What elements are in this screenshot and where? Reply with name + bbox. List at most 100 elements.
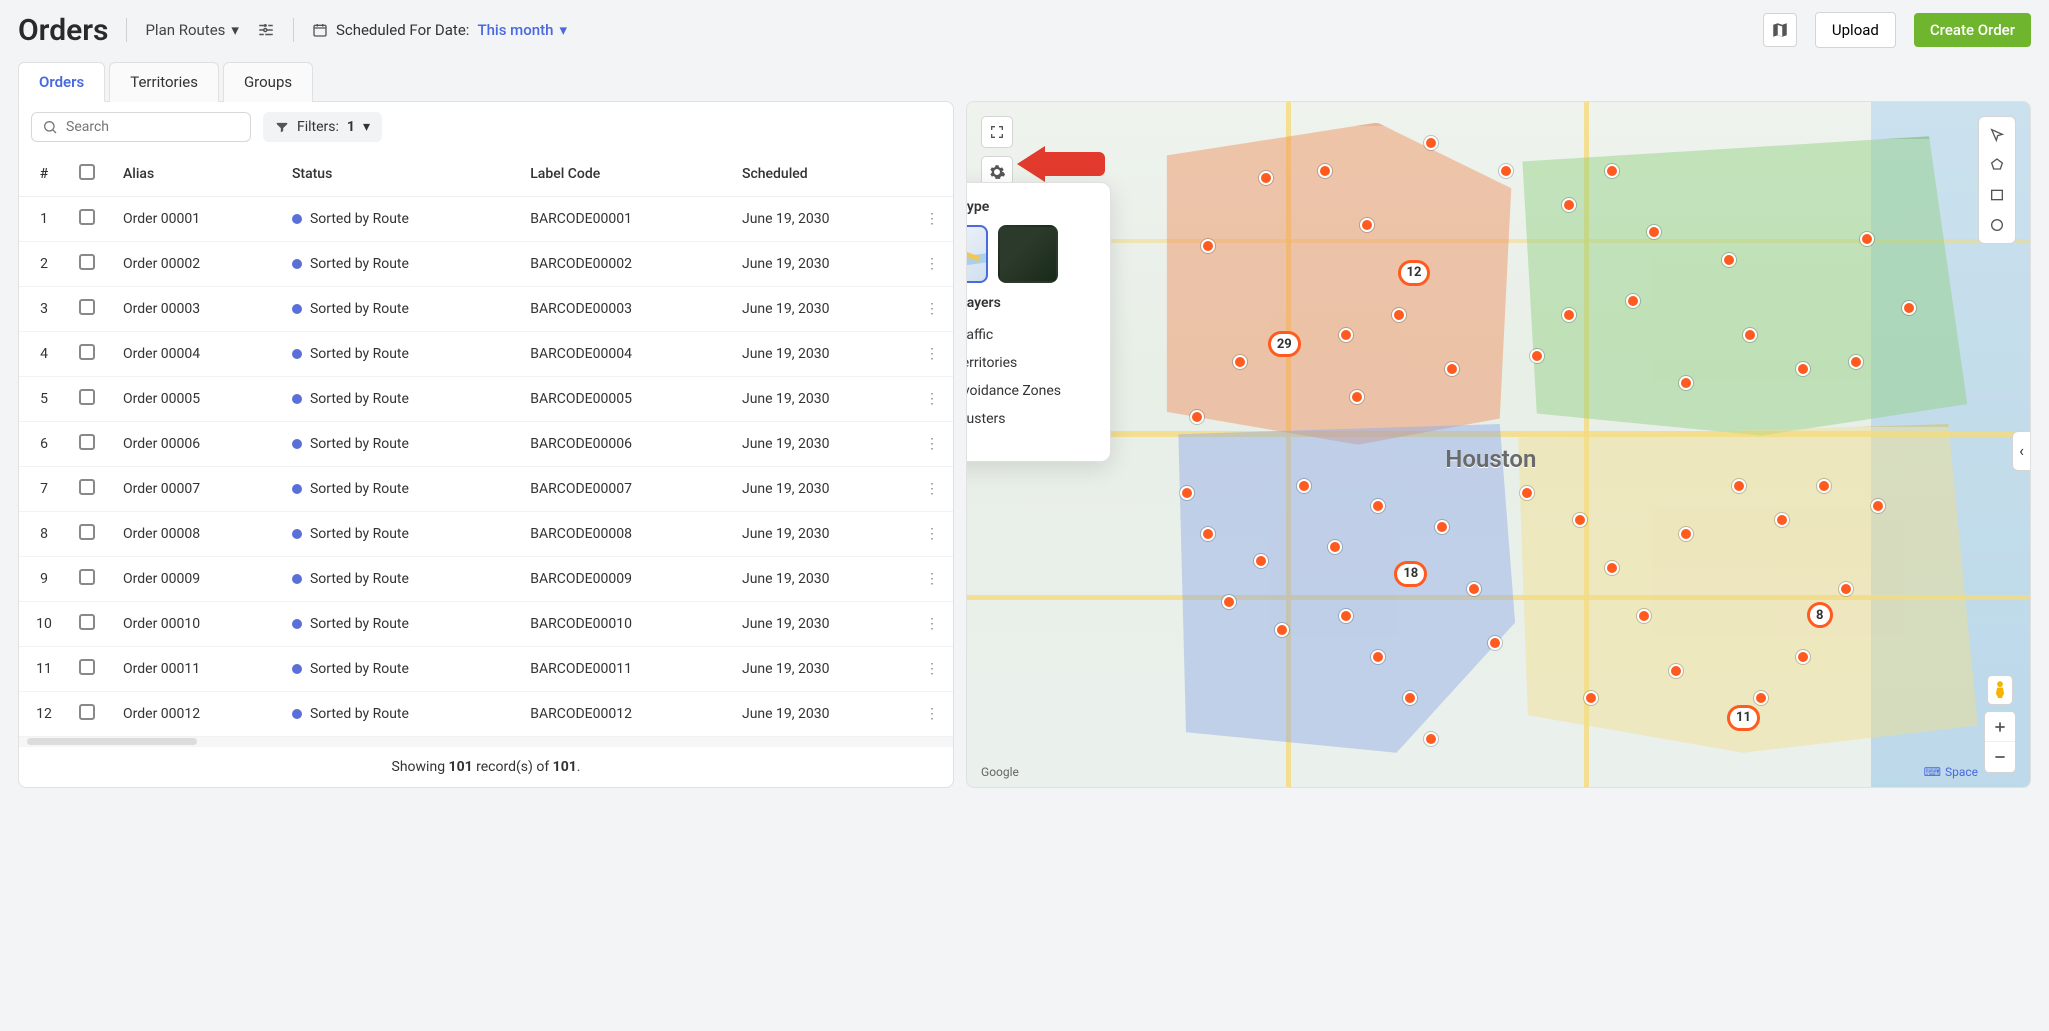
row-checkbox[interactable] [79,344,95,360]
row-checkbox[interactable] [79,569,95,585]
map-marker[interactable] [1403,691,1417,705]
row-menu-button[interactable]: ⋮ [919,647,953,692]
map-marker[interactable] [1201,239,1215,253]
map-marker[interactable] [1626,294,1640,308]
map-marker[interactable] [1467,582,1481,596]
map-marker[interactable] [1259,171,1273,185]
table-row[interactable]: 6Order 00006Sorted by RouteBARCODE00006J… [19,422,953,467]
row-menu-button[interactable]: ⋮ [919,512,953,557]
map-marker[interactable] [1435,520,1449,534]
table-row[interactable]: 9Order 00009Sorted by RouteBARCODE00009J… [19,557,953,602]
h-scroll-thumb[interactable] [27,738,197,745]
map-marker[interactable] [1871,499,1885,513]
row-checkbox[interactable] [79,209,95,225]
table-row[interactable]: 7Order 00007Sorted by RouteBARCODE00007J… [19,467,953,512]
map-marker[interactable] [1573,513,1587,527]
row-checkbox[interactable] [79,524,95,540]
row-checkbox[interactable] [79,389,95,405]
scheduled-filter[interactable]: Scheduled For Date: This month ▾ [312,21,567,39]
map-cluster[interactable]: 12 [1398,260,1431,286]
map-marker[interactable] [1743,328,1757,342]
map-marker[interactable] [1371,650,1385,664]
map-marker[interactable] [1201,527,1215,541]
map-marker[interactable] [1669,664,1683,678]
pointer-tool[interactable] [1985,123,2009,147]
row-menu-button[interactable]: ⋮ [919,692,953,737]
row-checkbox[interactable] [79,434,95,450]
map-marker[interactable] [1860,232,1874,246]
territory-orange[interactable] [1148,123,1531,452]
layer-toggle[interactable]: ✓Territories [966,349,1094,377]
row-checkbox[interactable] [79,299,95,315]
map-cluster[interactable]: 29 [1268,331,1301,357]
row-checkbox[interactable] [79,704,95,720]
map-cluster[interactable]: 11 [1727,705,1760,731]
tab-orders[interactable]: Orders [18,62,105,102]
create-order-button[interactable]: Create Order [1914,13,2031,47]
row-checkbox[interactable] [79,254,95,270]
map-marker[interactable] [1297,479,1311,493]
zoom-in-button[interactable] [1985,712,2015,742]
map-marker[interactable] [1392,308,1406,322]
map-marker[interactable] [1180,486,1194,500]
collapse-map-button[interactable]: ‹ [2012,431,2030,471]
map-space-toggle[interactable]: ⌨ Space [1924,765,1978,779]
plan-routes-dropdown[interactable]: Plan Routes ▾ [145,21,238,39]
map-panel[interactable]: Houston 122918811 Map Type [966,101,2031,788]
col-alias[interactable]: Alias [113,152,282,197]
table-row[interactable]: 10Order 00010Sorted by RouteBARCODE00010… [19,602,953,647]
map-marker[interactable] [1339,609,1353,623]
h-scrollbar[interactable] [19,737,953,747]
search-input[interactable] [66,119,240,135]
map-view-button[interactable] [1763,13,1797,47]
layer-toggle[interactable]: Traffic [966,321,1094,349]
map-marker[interactable] [1318,164,1332,178]
tab-territories[interactable]: Territories [109,62,219,102]
table-row[interactable]: 12Order 00012Sorted by RouteBARCODE00012… [19,692,953,737]
table-row[interactable]: 2Order 00002Sorted by RouteBARCODE00002J… [19,242,953,287]
row-menu-button[interactable]: ⋮ [919,242,953,287]
table-row[interactable]: 11Order 00011Sorted by RouteBARCODE00011… [19,647,953,692]
filters-dropdown[interactable]: Filters: 1 ▾ [263,112,382,142]
map-marker[interactable] [1275,623,1289,637]
table-row[interactable]: 1Order 00001Sorted by RouteBARCODE00001J… [19,197,953,242]
map-type-satellite[interactable] [998,225,1058,283]
upload-button[interactable]: Upload [1815,12,1896,48]
row-menu-button[interactable]: ⋮ [919,422,953,467]
map-marker[interactable] [1679,527,1693,541]
map-marker[interactable] [1520,486,1534,500]
map-marker[interactable] [1754,691,1768,705]
col-num[interactable]: # [19,152,69,197]
fullscreen-button[interactable] [981,116,1013,148]
row-menu-button[interactable]: ⋮ [919,332,953,377]
streetview-pegman[interactable] [1987,675,2013,705]
map-marker[interactable] [1562,308,1576,322]
map-marker[interactable] [1499,164,1513,178]
table-row[interactable]: 4Order 00004Sorted by RouteBARCODE00004J… [19,332,953,377]
row-checkbox[interactable] [79,479,95,495]
territory-green[interactable] [1499,136,1977,451]
layer-toggle[interactable]: Avoidance Zones [966,377,1094,405]
search-input-wrap[interactable] [31,112,251,142]
settings-sliders-icon[interactable] [257,21,275,39]
map-marker[interactable] [1350,390,1364,404]
row-menu-button[interactable]: ⋮ [919,557,953,602]
row-menu-button[interactable]: ⋮ [919,377,953,422]
row-menu-button[interactable]: ⋮ [919,467,953,512]
map-marker[interactable] [1584,691,1598,705]
map-cluster[interactable]: 8 [1807,602,1833,628]
select-all-checkbox[interactable] [79,164,95,180]
map-marker[interactable] [1722,253,1736,267]
table-row[interactable]: 3Order 00003Sorted by RouteBARCODE00003J… [19,287,953,332]
map-marker[interactable] [1530,349,1544,363]
map-marker[interactable] [1902,301,1916,315]
zoom-out-button[interactable] [1985,742,2015,772]
col-scheduled[interactable]: Scheduled [732,152,919,197]
col-label-code[interactable]: Label Code [520,152,732,197]
layer-toggle[interactable]: ✓Clusters [966,405,1094,433]
map-type-roadmap[interactable] [966,225,988,283]
circle-tool[interactable] [1985,213,2009,237]
map-marker[interactable] [1839,582,1853,596]
row-menu-button[interactable]: ⋮ [919,602,953,647]
row-checkbox[interactable] [79,659,95,675]
